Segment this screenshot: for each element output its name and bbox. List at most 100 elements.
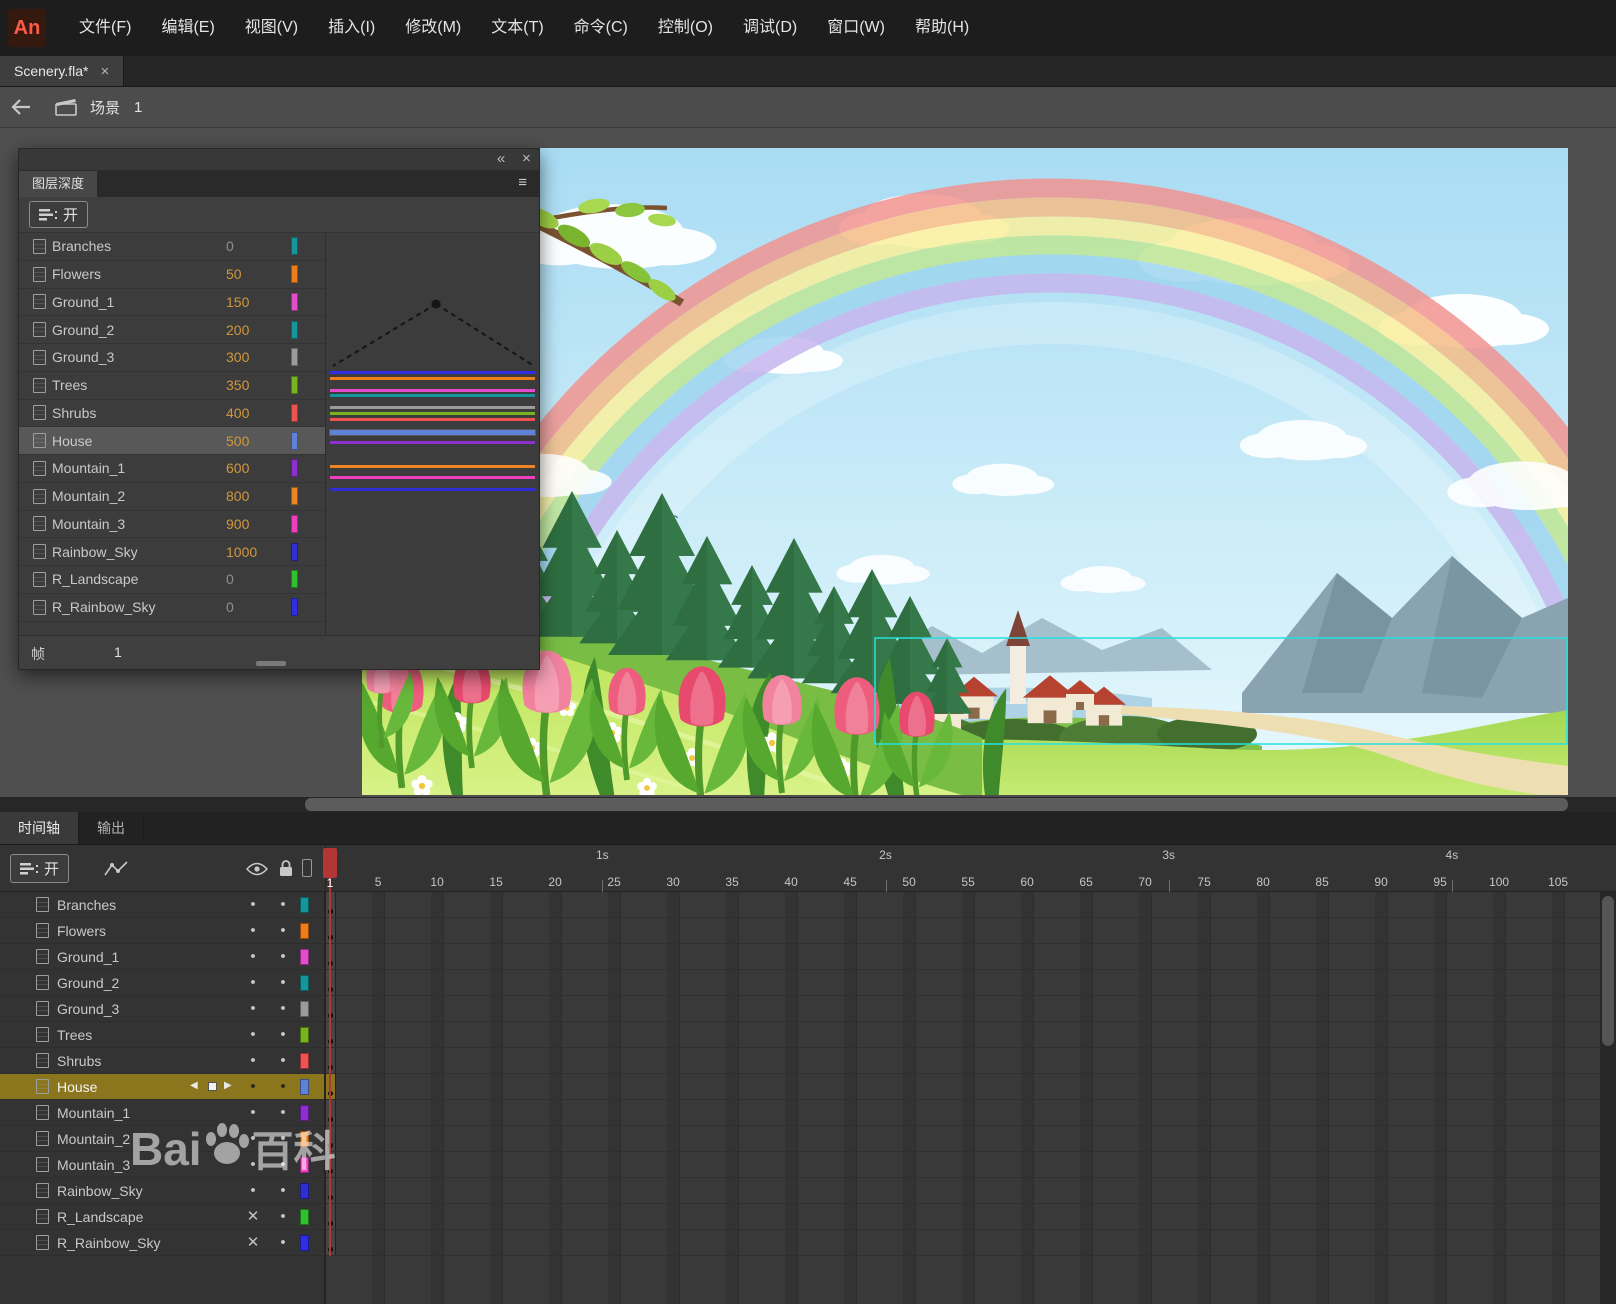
depth-line-Rainbow_Sky[interactable] — [330, 488, 535, 491]
lock-dot[interactable]: • — [276, 996, 290, 1022]
visibility-dot[interactable]: • — [246, 1074, 260, 1100]
layer-color-chip[interactable] — [291, 543, 298, 561]
timeline-layer-name-cell[interactable]: Trees•• — [0, 1022, 325, 1048]
menu-item-1[interactable]: 编辑(E) — [146, 0, 229, 56]
timeline-frames-track[interactable] — [325, 1048, 1600, 1074]
depth-line-Ground_1[interactable] — [330, 389, 535, 392]
back-button[interactable] — [10, 97, 36, 117]
depth-layer-row-Flowers[interactable]: Flowers50 — [19, 261, 325, 289]
layer-color-chip[interactable] — [291, 376, 298, 394]
visibility-off-icon[interactable]: ✕ — [246, 1230, 260, 1256]
menu-item-4[interactable]: 修改(M) — [390, 0, 476, 56]
layer-color-chip[interactable] — [300, 1079, 309, 1095]
menu-item-6[interactable]: 命令(C) — [559, 0, 643, 56]
panel-menu-icon[interactable]: ≡ — [518, 174, 527, 191]
timeline-depth-toggle-button[interactable]: 开 — [10, 854, 69, 883]
visibility-dot[interactable]: • — [246, 944, 260, 970]
layer-depth-value[interactable]: 300 — [226, 349, 249, 365]
lock-dot[interactable]: • — [276, 1152, 290, 1178]
timeline-layer-row-Mountain_3[interactable]: Mountain_3•• — [0, 1152, 1600, 1178]
timeline-layer-name-cell[interactable]: Mountain_3•• — [0, 1152, 325, 1178]
layer-color-chip[interactable] — [291, 265, 298, 283]
layer-color-chip[interactable] — [291, 432, 298, 450]
timeline-layer-row-Mountain_2[interactable]: Mountain_2•• — [0, 1126, 1600, 1152]
layer-depth-value[interactable]: 150 — [226, 294, 249, 310]
layer-depth-value[interactable]: 900 — [226, 516, 249, 532]
timeline-ruler[interactable]: 5101520253035404550556065707580859095100… — [325, 845, 1605, 892]
panel-scrollbar-thumb[interactable] — [256, 661, 286, 666]
tab-close-icon[interactable]: × — [100, 63, 109, 80]
depth-layer-row-Mountain_3[interactable]: Mountain_3900 — [19, 511, 325, 539]
timeline-layer-name-cell[interactable]: Branches•• — [0, 892, 325, 918]
layer-color-chip[interactable] — [300, 897, 309, 913]
timeline-layer-row-Trees[interactable]: Trees•• — [0, 1022, 1600, 1048]
depth-layer-row-Mountain_1[interactable]: Mountain_1600 — [19, 455, 325, 483]
lock-dot[interactable]: • — [276, 1022, 290, 1048]
layer-color-chip[interactable] — [300, 1235, 309, 1251]
menu-item-9[interactable]: 窗口(W) — [812, 0, 900, 56]
layer-color-chip[interactable] — [300, 1183, 309, 1199]
names-frames-divider[interactable] — [325, 845, 326, 1304]
layer-color-chip[interactable] — [291, 293, 298, 311]
layer-depth-value[interactable]: 0 — [226, 571, 234, 587]
timeline-layer-name-cell[interactable]: R_Landscape✕• — [0, 1204, 325, 1230]
menu-item-2[interactable]: 视图(V) — [230, 0, 313, 56]
depth-layer-row-Rainbow_Sky[interactable]: Rainbow_Sky1000 — [19, 538, 325, 566]
timeline-layer-name-cell[interactable]: R_Rainbow_Sky✕• — [0, 1230, 325, 1256]
visibility-off-icon[interactable]: ✕ — [246, 1204, 260, 1230]
horizontal-scrollbar[interactable] — [0, 797, 1616, 812]
timeline-frames-track[interactable] — [325, 1230, 1600, 1256]
depth-line-R_Rainbow_Sky[interactable] — [330, 371, 535, 374]
timeline-frames-track[interactable] — [325, 892, 1600, 918]
depth-line-Trees[interactable] — [330, 412, 535, 415]
vertical-scrollbar-thumb[interactable] — [1602, 896, 1614, 1046]
layer-color-chip[interactable] — [300, 1027, 309, 1043]
depth-layer-row-Ground_1[interactable]: Ground_1150 — [19, 289, 325, 317]
playhead-marker[interactable] — [323, 848, 337, 878]
layer-color-chip[interactable] — [300, 975, 309, 991]
lock-dot[interactable]: • — [276, 1074, 290, 1100]
depth-layer-row-Mountain_2[interactable]: Mountain_2800 — [19, 483, 325, 511]
timeline-frames-track[interactable] — [325, 1100, 1600, 1126]
layer-depth-value[interactable]: 0 — [226, 238, 234, 254]
timeline-layer-name-cell[interactable]: Mountain_1•• — [0, 1100, 325, 1126]
depth-line-Mountain_3[interactable] — [330, 476, 535, 479]
menu-item-10[interactable]: 帮助(H) — [900, 0, 984, 56]
depth-visualization[interactable] — [326, 233, 539, 635]
vertical-scrollbar[interactable] — [1600, 892, 1616, 1304]
timeline-layer-row-Mountain_1[interactable]: Mountain_1•• — [0, 1100, 1600, 1126]
document-tab[interactable]: Scenery.fla* × — [0, 56, 124, 86]
panel-title-bar[interactable]: « × — [19, 149, 539, 171]
timeline-layer-row-R_Rainbow_Sky[interactable]: R_Rainbow_Sky✕• — [0, 1230, 1600, 1256]
scene-label[interactable]: 场景 — [90, 97, 120, 118]
menu-item-5[interactable]: 文本(T) — [476, 0, 558, 56]
visibility-dot[interactable]: • — [246, 1022, 260, 1048]
prev-keyframe-icon[interactable]: ◀ — [190, 1080, 198, 1091]
timeline-layer-row-Branches[interactable]: Branches•• — [0, 892, 1600, 918]
depth-line-Ground_2[interactable] — [330, 394, 535, 397]
menu-item-0[interactable]: 文件(F) — [64, 0, 146, 56]
layer-depth-value[interactable]: 400 — [226, 405, 249, 421]
layer-color-chip[interactable] — [300, 923, 309, 939]
layer-color-chip[interactable] — [300, 1131, 309, 1147]
depth-layer-row-R_Landscape[interactable]: R_Landscape0 — [19, 566, 325, 594]
layer-depth-value[interactable]: 800 — [226, 488, 249, 504]
timeline-frames-track[interactable] — [325, 1126, 1600, 1152]
graph-editor-icon[interactable] — [103, 859, 131, 879]
layer-color-chip[interactable] — [300, 1001, 309, 1017]
timeline-layer-row-Rainbow_Sky[interactable]: Rainbow_Sky•• — [0, 1178, 1600, 1204]
timeline-layer-row-Ground_1[interactable]: Ground_1•• — [0, 944, 1600, 970]
lock-icon[interactable] — [279, 859, 293, 877]
menu-item-7[interactable]: 控制(O) — [643, 0, 728, 56]
layer-color-chip[interactable] — [291, 487, 298, 505]
timeline-layer-row-Flowers[interactable]: Flowers•• — [0, 918, 1600, 944]
layer-color-chip[interactable] — [291, 404, 298, 422]
lock-dot[interactable]: • — [276, 1126, 290, 1152]
eye-icon[interactable] — [246, 862, 268, 876]
depth-line-House[interactable] — [330, 430, 535, 435]
visibility-dot[interactable]: • — [246, 1126, 260, 1152]
depth-layer-row-Ground_3[interactable]: Ground_3300 — [19, 344, 325, 372]
timeline-frames-track[interactable] — [325, 970, 1600, 996]
timeline-layer-row-Ground_2[interactable]: Ground_2•• — [0, 970, 1600, 996]
depth-line-Shrubs[interactable] — [330, 418, 535, 421]
